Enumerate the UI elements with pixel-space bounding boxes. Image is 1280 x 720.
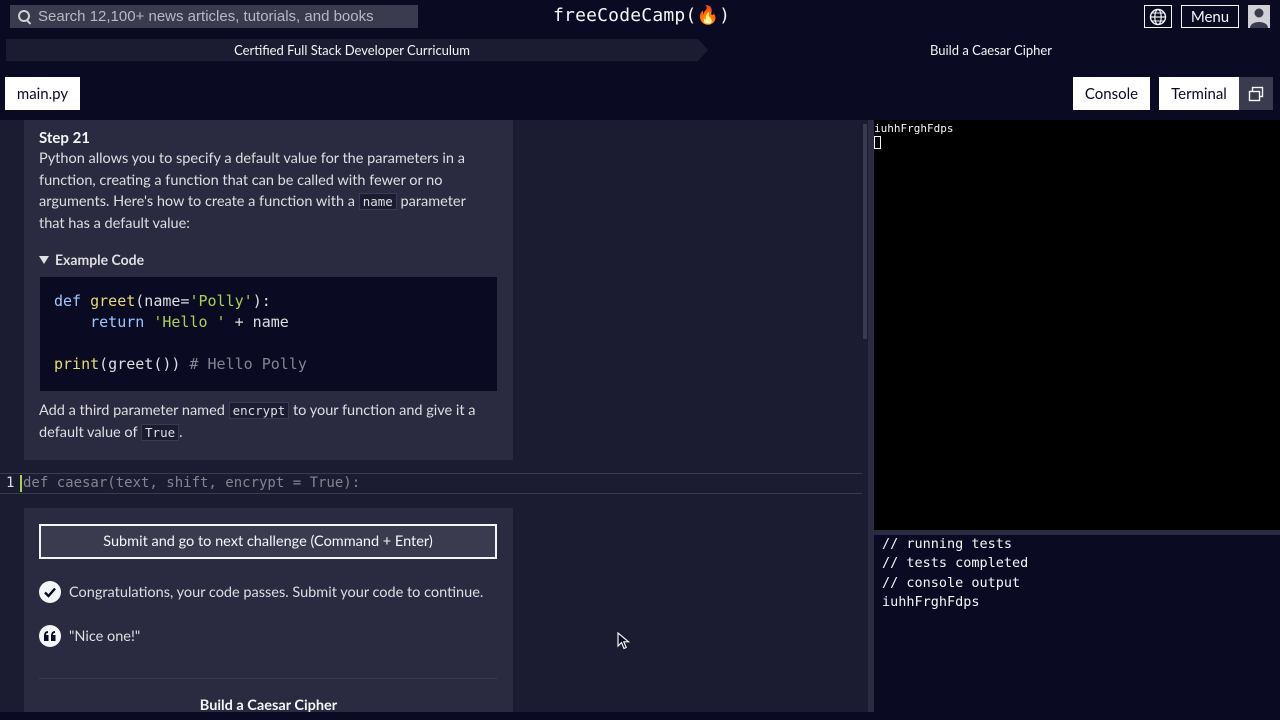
task-paragraph: Add a third parameter named encrypt to y… <box>39 400 494 443</box>
breadcrumb-curriculum[interactable]: Certified Full Stack Developer Curriculu… <box>6 39 698 61</box>
praise-message: "Nice one!" <box>39 625 140 647</box>
editor-pane: Step 21 Python allows you to specify a d… <box>0 120 868 712</box>
code-text: ): <box>252 292 271 310</box>
brand-logo[interactable]: freeCodeCamp(🔥) <box>553 5 730 26</box>
check-circle-icon <box>39 581 61 603</box>
inline-code-name: name <box>358 193 397 210</box>
bottom-strip <box>0 712 1280 720</box>
inline-code-encrypt: encrypt <box>228 402 290 419</box>
console-line: // console output <box>882 574 1021 591</box>
avatar[interactable] <box>1248 5 1270 28</box>
terminal-panel[interactable]: iuhhFrghFdps <box>874 120 1280 530</box>
editor-code[interactable]: def caesar(text, shift, encrypt = True): <box>23 475 360 491</box>
code-comment: # Hello Polly <box>189 355 307 373</box>
popout-window-icon <box>1248 86 1264 101</box>
divider <box>39 678 497 679</box>
line-number: 1 <box>6 475 15 491</box>
pass-message: Congratulations, your code passes. Submi… <box>39 581 483 603</box>
code-keyword: return <box>90 313 145 331</box>
search-bar[interactable] <box>10 5 418 28</box>
console-panel: // running tests // tests completed // c… <box>874 535 1280 712</box>
code-text: (name= <box>135 292 190 310</box>
quote-icon <box>39 625 61 647</box>
breadcrumb: Certified Full Stack Developer Curriculu… <box>6 39 1274 61</box>
step-title: Step 21 <box>39 129 90 147</box>
popout-button[interactable] <box>1239 77 1273 110</box>
console-line: // tests completed <box>882 555 1029 572</box>
editor-scrollbar-thumb[interactable] <box>863 124 867 339</box>
caret-down-icon <box>39 255 49 264</box>
code-text: + name <box>225 313 289 331</box>
example-code-label: Example Code <box>55 251 145 268</box>
breadcrumb-arrow <box>698 39 708 61</box>
mouse-pointer-icon <box>617 632 631 650</box>
terminal-output: iuhhFrghFdps <box>874 122 954 135</box>
tab-main-py[interactable]: main.py <box>5 77 80 110</box>
line-change-marker <box>20 475 22 492</box>
example-code-toggle[interactable]: Example Code <box>39 251 144 268</box>
code-function: print <box>54 355 100 373</box>
terminal-cursor <box>874 136 881 149</box>
search-icon <box>18 9 32 24</box>
code-string: 'Hello ' <box>153 313 226 331</box>
task-text: Add a third parameter named <box>39 402 229 419</box>
code-keyword: def <box>54 292 82 310</box>
code-string: 'Polly' <box>189 292 253 310</box>
tab-console[interactable]: Console <box>1073 77 1150 110</box>
submit-button[interactable]: Submit and go to next challenge (Command… <box>39 524 497 559</box>
menu-button[interactable]: Menu <box>1181 5 1239 28</box>
pass-message-text: Congratulations, your code passes. Submi… <box>69 583 484 601</box>
language-button[interactable] <box>1144 5 1172 28</box>
tab-terminal[interactable]: Terminal <box>1159 77 1239 110</box>
code-function: greet <box>90 292 136 310</box>
editor-tabs: main.py Console Terminal <box>0 67 1280 120</box>
console-line: iuhhFrghFdps <box>882 593 980 610</box>
project-footer-title: Build a Caesar Cipher <box>199 697 338 712</box>
task-text: . <box>179 423 183 441</box>
breadcrumb-project[interactable]: Build a Caesar Cipher <box>708 39 1274 61</box>
code-text: (greet()) <box>99 355 190 373</box>
search-input[interactable] <box>38 8 418 25</box>
user-icon <box>1250 8 1268 28</box>
console-line: // running tests <box>882 536 1013 552</box>
top-nav: freeCodeCamp(🔥) Menu <box>0 0 1280 33</box>
inline-code-true: True <box>141 423 180 441</box>
globe-icon <box>1149 8 1167 25</box>
praise-text: "Nice one!" <box>69 627 141 645</box>
instructions-paragraph: Python allows you to specify a default v… <box>39 148 494 234</box>
code-editor-line[interactable]: 1 def caesar(text, shift, encrypt = True… <box>0 473 868 494</box>
example-code-block: def greet(name='Polly'): return 'Hello '… <box>40 277 497 391</box>
